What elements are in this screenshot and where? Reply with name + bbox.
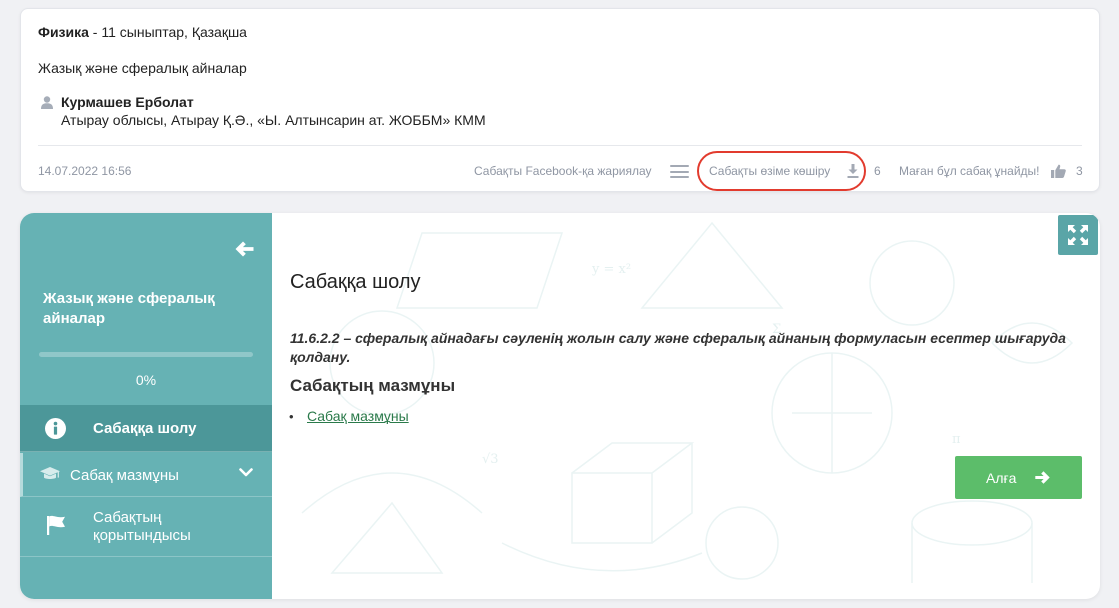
expand-icon [1068, 225, 1088, 245]
info-icon [45, 418, 66, 439]
sidebar-item-label: Сабақтың қорытындысы [93, 509, 191, 544]
back-arrow-icon[interactable] [235, 241, 254, 257]
progress-bar [39, 352, 253, 357]
list-bullet: • [289, 409, 294, 424]
sidebar-item-overview[interactable]: Сабаққа шолу [20, 405, 272, 452]
download-icon[interactable] [847, 164, 859, 178]
user-icon [41, 96, 53, 109]
author-name: Курмашев Ерболат [61, 94, 194, 110]
subject-details: - 11 сыныптар, Қазақша [88, 24, 247, 40]
fullscreen-button[interactable] [1058, 215, 1098, 255]
content-heading: Сабаққа шолу [290, 271, 421, 293]
graduation-cap-icon [40, 467, 60, 479]
copy-count: 6 [874, 164, 881, 178]
publish-date: 14.07.2022 16:56 [38, 164, 132, 178]
like-lesson-link[interactable]: Маған бұл сабақ ұнайды! [899, 164, 1040, 178]
subject-line: Физика - 11 сыныптар, Қазақша [38, 24, 247, 40]
lesson-content-link[interactable]: Сабақ мазмұны [307, 408, 409, 424]
thumbs-up-icon[interactable] [1051, 164, 1066, 178]
sidebar-item-summary[interactable]: Сабақтың қорытындысы [20, 497, 272, 557]
like-count: 3 [1076, 164, 1083, 178]
learning-objective: 11.6.2.2 – сфералық айнадағы сәуленің жо… [290, 330, 1066, 365]
chevron-down-icon[interactable] [239, 468, 253, 478]
sidebar-item-label: Сабаққа шолу [93, 420, 197, 437]
next-button[interactable]: Алға [955, 456, 1082, 499]
card-footer: 14.07.2022 16:56 Сабақты Facebook-қа жар… [38, 151, 1083, 191]
copy-lesson-link[interactable]: Сабақты өзіме көшіру [709, 164, 830, 178]
lesson-panel: Жазық және сфералық айналар 0% Сабаққа ш… [20, 213, 1100, 599]
flag-icon [47, 515, 65, 535]
next-button-label: Алға [986, 470, 1017, 486]
section-title: Сабақтың мазмұны [290, 376, 456, 395]
progress-text: 0% [135, 372, 157, 388]
sidebar-item-content[interactable]: Сабақ мазмұны [20, 453, 272, 497]
svg-text:y = x²: y = x² [591, 262, 631, 277]
lesson-info-card: Физика - 11 сыныптар, Қазақша Жазық және… [20, 8, 1100, 192]
sidebar-lesson-title: Жазық және сфералық айналар [43, 290, 215, 327]
lesson-content: y = x² π √3 Σ Сабаққа шолу 11.6.2.2 – сф… [272, 213, 1100, 599]
share-facebook-link[interactable]: Сабақты Facebook-қа жариялау [474, 164, 652, 178]
lesson-sidebar: Жазық және сфералық айналар 0% Сабаққа ш… [20, 213, 272, 599]
svg-text:π: π [952, 432, 961, 447]
author-organization: Атырау облысы, Атырау Қ.Ә., «Ы. Алтынсар… [61, 112, 486, 128]
arrow-right-icon [1035, 471, 1050, 484]
menu-icon[interactable] [670, 165, 689, 178]
lesson-title: Жазық және сфералық айналар [38, 60, 247, 76]
svg-text:√3: √3 [482, 452, 499, 467]
card-divider [38, 145, 1082, 146]
sidebar-item-label: Сабақ мазмұны [70, 467, 179, 484]
subject-name: Физика [38, 24, 89, 40]
